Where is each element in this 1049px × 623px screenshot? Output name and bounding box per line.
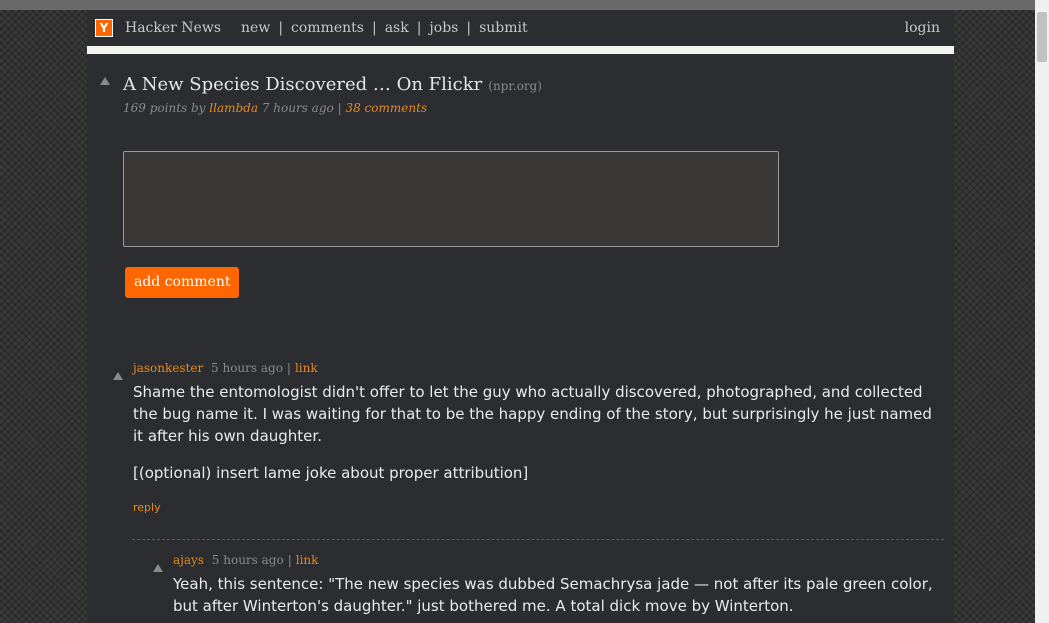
header: Y Hacker News new | comments | ask | job…	[87, 10, 954, 46]
comment: jasonkester 5 hours ago | link Shame the e…	[113, 359, 945, 514]
comment-textarea[interactable]	[123, 151, 779, 247]
reply-link[interactable]: reply	[133, 501, 945, 514]
story-points: 169 points by	[123, 101, 206, 115]
nav-ask[interactable]: ask	[385, 20, 409, 36]
nav-separator: |	[416, 20, 422, 36]
add-comment-button[interactable]: add comment	[125, 267, 240, 298]
comment-age[interactable]: 5 hours ago	[211, 361, 283, 375]
nav-new[interactable]: new	[241, 20, 270, 36]
page: Y Hacker News new | comments | ask | job…	[87, 10, 954, 623]
comment-header: jasonkester 5 hours ago | link	[133, 359, 945, 375]
comment-link[interactable]: link	[295, 361, 318, 375]
comment-paragraph: Yeah, this sentence: "The new species wa…	[173, 575, 933, 615]
comment-user[interactable]: jasonkester	[133, 361, 203, 375]
comment-divider	[132, 539, 944, 540]
nav-jobs[interactable]: jobs	[429, 20, 458, 36]
comment-paragraph: [(optional) insert lame joke about prope…	[133, 464, 529, 482]
upvote-arrow-icon[interactable]	[153, 564, 163, 572]
upvote-arrow-icon[interactable]	[113, 372, 123, 380]
nav: new | comments | ask | jobs | submit	[241, 20, 528, 36]
browser-top-strip	[0, 0, 1049, 10]
comment-text: Shame the entomologist didn't offer to l…	[133, 381, 945, 484]
site-name[interactable]: Hacker News	[125, 20, 221, 36]
story-title[interactable]: A New Species Discovered … On Flickr	[123, 74, 482, 95]
nav-separator: |	[371, 20, 377, 36]
header-divider-bar	[87, 46, 954, 54]
story-domain[interactable]: (npr.org)	[488, 79, 542, 93]
subtext-separator: |	[337, 101, 342, 115]
comment-separator: |	[286, 361, 291, 375]
comment-separator: |	[287, 553, 292, 567]
story-user[interactable]: llambda	[209, 101, 258, 115]
scrollbar-thumb[interactable]	[1037, 12, 1047, 62]
comment-age[interactable]: 5 hours ago	[212, 553, 284, 567]
nav-separator: |	[466, 20, 472, 36]
story-age[interactable]: 7 hours ago	[262, 101, 334, 115]
story: A New Species Discovered … On Flickr (npr…	[87, 74, 954, 115]
nav-comments[interactable]: comments	[291, 20, 364, 36]
story-subtext: 169 points by llambda 7 hours ago | 38 c…	[123, 101, 954, 115]
story-title-line: A New Species Discovered … On Flickr (npr…	[123, 74, 954, 95]
story-comments-link[interactable]: 38 comments	[345, 101, 427, 115]
comment-user[interactable]: ajays	[173, 553, 204, 567]
comment-paragraph: Shame the entomologist didn't offer to l…	[133, 383, 932, 445]
comment-header: ajays 5 hours ago | link	[173, 551, 945, 567]
login-link[interactable]: login	[905, 20, 940, 36]
nav-separator: |	[278, 20, 284, 36]
scrollbar[interactable]	[1035, 0, 1049, 623]
comment-link[interactable]: link	[296, 553, 319, 567]
comment: ajays 5 hours ago | link Yeah, this senten…	[153, 551, 945, 623]
y-logo-icon[interactable]: Y	[95, 19, 113, 37]
upvote-arrow-icon[interactable]	[100, 77, 110, 85]
comment-text: Yeah, this sentence: "The new species wa…	[173, 573, 945, 617]
nav-submit[interactable]: submit	[479, 20, 528, 36]
